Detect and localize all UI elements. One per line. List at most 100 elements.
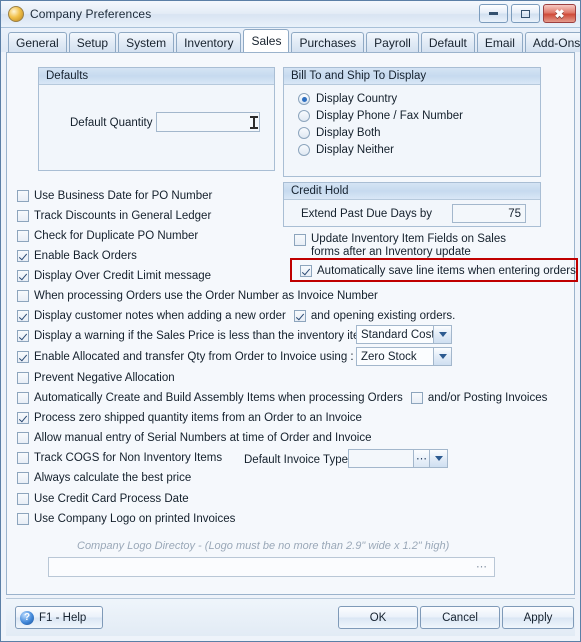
ok-button[interactable]: OK [338, 606, 418, 629]
checkbox-enable-back-orders[interactable]: Enable Back Orders [17, 250, 137, 262]
bill-ship-display-group: Bill To and Ship To Display Display Coun… [283, 67, 541, 177]
cost-method-select[interactable]: Standard Cost [356, 325, 452, 344]
tab-add-ons[interactable]: Add-Ons [524, 32, 580, 52]
tab-inventory[interactable]: Inventory [176, 32, 242, 52]
checkbox-label: Process zero shipped quantity items from… [34, 412, 362, 424]
checkbox-allow-manual-serial-numbers[interactable]: Allow manual entry of Serial Numbers at … [17, 432, 371, 444]
checkbox-prevent-negative-allocation[interactable]: Prevent Negative Allocation [17, 372, 175, 384]
checkbox-off-icon [294, 234, 306, 246]
tab-system[interactable]: System [118, 32, 175, 52]
radio-display-neither[interactable]: Display Neither [298, 144, 540, 156]
close-button[interactable]: ✖ [543, 4, 576, 23]
defaults-group-title: Defaults [39, 68, 274, 85]
app-icon [8, 6, 24, 22]
close-icon: ✖ [554, 6, 565, 21]
extend-past-due-input[interactable]: 75 [452, 204, 526, 223]
tab-payroll[interactable]: Payroll [366, 32, 419, 52]
checkbox-display-over-credit-limit[interactable]: Display Over Credit Limit message [17, 270, 211, 282]
minimize-button[interactable] [479, 4, 508, 23]
radio-label: Display Country [316, 93, 398, 105]
browse-ellipsis-icon[interactable]: ⋯ [476, 560, 488, 573]
checkbox-label: Display a warning if the Sales Price is … [34, 330, 375, 342]
checkbox-check-duplicate-po[interactable]: Check for Duplicate PO Number [17, 230, 198, 242]
radio-label: Display Neither [316, 144, 394, 156]
checkbox-process-zero-shipped-qty[interactable]: Process zero shipped quantity items from… [17, 412, 362, 424]
checkbox-off-icon[interactable] [410, 392, 423, 404]
maximize-button[interactable] [511, 4, 540, 23]
checkbox-off-icon [17, 513, 29, 525]
default-invoice-type-input[interactable]: ⋯ [348, 449, 448, 468]
title-bar: Company Preferences ✖ [1, 1, 580, 28]
tab-default[interactable]: Default [420, 32, 475, 52]
checkbox-label: Track COGS for Non Inventory Items [34, 452, 223, 464]
checkbox-label-line2: forms after an Inventory update [311, 246, 471, 258]
checkbox-track-cogs-non-inventory[interactable]: Track COGS for Non Inventory Items [17, 452, 222, 464]
checkbox-display-customer-notes[interactable]: Display customer notes when adding a new… [17, 310, 455, 322]
checkbox-order-number-as-invoice-number[interactable]: When processing Orders use the Order Num… [17, 290, 378, 302]
checkbox-track-discounts-gl[interactable]: Track Discounts in General Ledger [17, 210, 211, 222]
help-button-label: F1 - Help [39, 611, 87, 624]
checkbox-off-icon [17, 493, 29, 505]
checkbox-use-company-logo[interactable]: Use Company Logo on printed Invoices [17, 513, 235, 525]
chevron-down-icon[interactable] [433, 326, 451, 343]
checkbox-label: Always calculate the best price [34, 472, 192, 484]
browse-ellipsis-icon[interactable]: ⋯ [413, 450, 430, 467]
credit-hold-group: Credit Hold Extend Past Due Days by 75 [283, 182, 541, 227]
checkbox-label: Prevent Negative Allocation [34, 372, 175, 384]
bill-ship-radio-group: Display Country Display Phone / Fax Numb… [284, 85, 540, 156]
tab-purchases[interactable]: Purchases [291, 32, 365, 52]
company-logo-caption: Company Logo Directoy - (Logo must be no… [77, 540, 450, 552]
tab-general[interactable]: General [8, 32, 67, 52]
text-caret-icon [250, 115, 258, 129]
radio-display-both[interactable]: Display Both [298, 127, 540, 139]
dialog-footer: ? F1 - Help OK Cancel Apply [6, 598, 575, 636]
checkbox-warn-sales-price-below-inventory[interactable]: Display a warning if the Sales Price is … [17, 330, 375, 342]
checkbox-auto-create-build-assembly[interactable]: Automatically Create and Build Assembly … [17, 392, 547, 404]
checkbox-on-icon [17, 250, 29, 262]
checkbox-off-icon [17, 472, 29, 484]
checkbox-use-credit-card-process-date[interactable]: Use Credit Card Process Date [17, 493, 189, 505]
tab-sales[interactable]: Sales [243, 29, 290, 52]
checkbox-label: Check for Duplicate PO Number [34, 230, 199, 242]
checkbox-auto-save-line-items[interactable]: Automatically save line items when enter… [300, 265, 576, 277]
default-quantity-input[interactable] [156, 112, 260, 132]
checkbox-on-icon [17, 351, 29, 363]
checkbox-on-icon[interactable] [293, 310, 306, 322]
window-title: Company Preferences [30, 7, 152, 21]
sales-tab-panel: Defaults Default Quantity Bill To and Sh… [6, 52, 578, 595]
cancel-button[interactable]: Cancel [420, 606, 500, 629]
checkbox-on-icon [300, 265, 312, 277]
chevron-down-icon[interactable] [433, 348, 451, 365]
stock-method-value: Zero Stock [361, 350, 417, 363]
checkbox-label-opening-existing-orders: and opening existing orders. [310, 310, 456, 322]
company-logo-directory-input[interactable]: ⋯ [48, 557, 495, 577]
window-controls: ✖ [479, 4, 576, 23]
checkbox-label: Use Credit Card Process Date [34, 493, 189, 505]
radio-display-country[interactable]: Display Country [298, 93, 540, 105]
tab-setup[interactable]: Setup [68, 32, 117, 52]
extend-past-due-value: 75 [508, 207, 521, 220]
company-preferences-window: Company Preferences ✖ General Setup Syst… [0, 0, 581, 642]
checkbox-always-calculate-best-price[interactable]: Always calculate the best price [17, 472, 191, 484]
tab-strip: General Setup System Inventory Sales Pur… [1, 28, 580, 52]
default-quantity-label: Default Quantity [70, 117, 153, 129]
radio-display-phone-fax[interactable]: Display Phone / Fax Number [298, 110, 540, 122]
checkbox-update-inventory-item-fields[interactable]: Update Inventory Item Fields on Sales for… [294, 233, 506, 259]
checkbox-label-line1: Update Inventory Item Fields on Sales [311, 233, 506, 245]
stock-method-select[interactable]: Zero Stock [356, 347, 452, 366]
apply-button[interactable]: Apply [502, 606, 574, 629]
checkbox-label: Allow manual entry of Serial Numbers at … [34, 432, 372, 444]
checkbox-on-icon [17, 270, 29, 282]
minimize-icon [489, 12, 498, 15]
help-button[interactable]: ? F1 - Help [15, 606, 103, 629]
defaults-group: Defaults Default Quantity [38, 67, 275, 171]
checkbox-off-icon [17, 230, 29, 242]
radio-off-icon [298, 144, 310, 156]
radio-off-icon [298, 110, 310, 122]
checkbox-label: Automatically save line items when enter… [317, 265, 576, 277]
tab-email[interactable]: Email [476, 32, 523, 52]
checkbox-off-icon [17, 190, 29, 202]
checkbox-use-business-date-po[interactable]: Use Business Date for PO Number [17, 190, 212, 202]
chevron-down-icon[interactable] [429, 450, 447, 467]
checkbox-enable-allocated-transfer-qty[interactable]: Enable Allocated and transfer Qty from O… [17, 351, 354, 363]
